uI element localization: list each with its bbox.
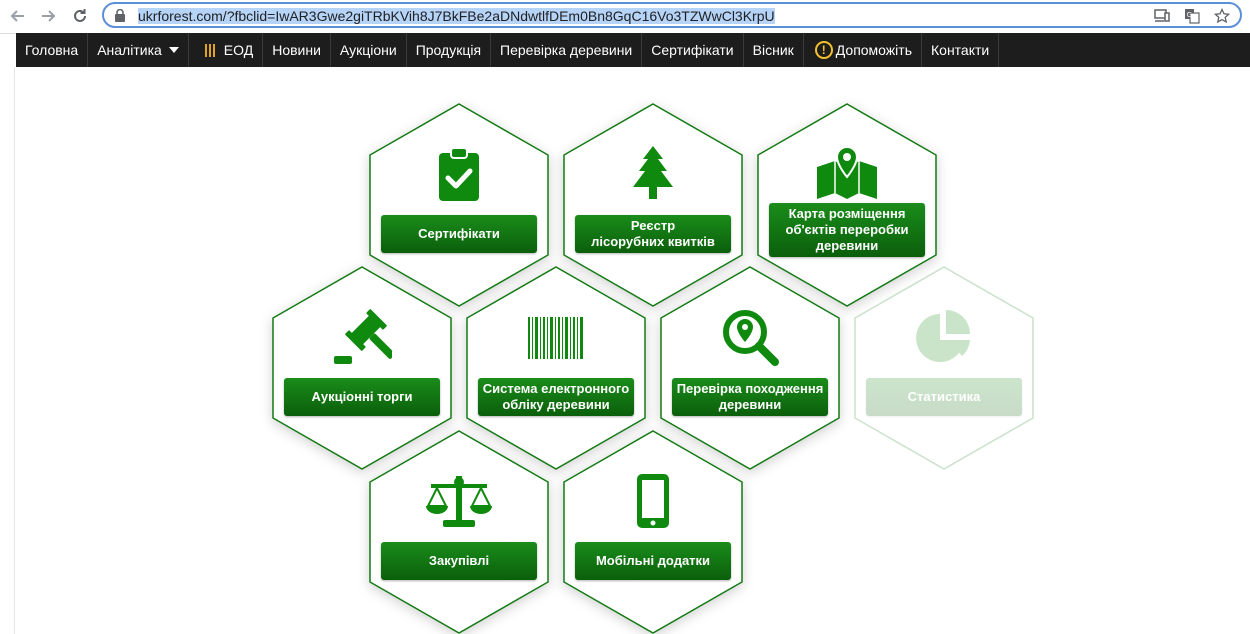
- nav-item-timber-check[interactable]: Перевірка деревини: [491, 33, 643, 67]
- magnifier-pin-icon: [723, 310, 779, 366]
- clipboard-check-icon: [439, 147, 479, 201]
- tile-statistics[interactable]: Статистика: [854, 266, 1034, 470]
- exclamation-circle-icon: !: [814, 41, 833, 59]
- gavel-icon: [334, 309, 392, 364]
- nav-item-analytics[interactable]: Аналітика: [88, 33, 189, 67]
- svg-text:G: G: [1187, 11, 1192, 19]
- url-host: ukrforest.com/: [138, 8, 227, 24]
- nav-label: Продукція: [415, 42, 482, 58]
- main-navigation: Головна Аналітика ЕОД Новини Аукціони Пр…: [16, 33, 1250, 67]
- nav-label: Аналітика: [97, 42, 162, 58]
- translate-icon[interactable]: G: [1182, 7, 1202, 25]
- barcode-icon: [528, 317, 583, 359]
- nav-label: Перевірка деревини: [500, 42, 633, 58]
- forward-arrow-icon: [42, 10, 56, 22]
- nav-item-news[interactable]: Новини: [263, 33, 331, 67]
- smartphone-icon: [637, 474, 669, 528]
- caret-down-icon: [168, 47, 179, 53]
- tile-label: Статистика: [866, 378, 1022, 416]
- fir-tree-icon: [633, 146, 673, 199]
- pie-chart-icon: [916, 310, 970, 362]
- page-left-border: [14, 67, 15, 634]
- nav-label: Контакти: [931, 42, 990, 58]
- forward-button[interactable]: [36, 4, 60, 28]
- bars-icon: [204, 43, 215, 57]
- reload-icon: [74, 9, 86, 22]
- nav-item-bulletin[interactable]: Вісник: [744, 33, 804, 67]
- nav-item-certificates[interactable]: Сертифікати: [642, 33, 744, 67]
- tile-label: Аукціонні торги: [284, 378, 440, 416]
- browser-toolbar: ukrforest.com/?fbclid=IwAR3Gwe2giTRbKVih…: [0, 0, 1250, 34]
- tile-procurement[interactable]: Закупівлі: [369, 430, 549, 634]
- tile-mobile-apps[interactable]: Мобільні додатки: [563, 430, 743, 634]
- nav-item-eod[interactable]: ЕОД: [189, 33, 264, 67]
- url-text[interactable]: ukrforest.com/?fbclid=IwAR3Gwe2giTRbKVih…: [138, 8, 775, 24]
- address-bar[interactable]: ukrforest.com/?fbclid=IwAR3Gwe2giTRbKVih…: [102, 2, 1242, 28]
- tile-label: Мобільні додатки: [575, 542, 731, 580]
- back-arrow-icon: [10, 10, 24, 22]
- tile-label-text: Реєстр лісорубних квитків: [591, 218, 715, 249]
- tile-label-text: Система електронного обліку деревини: [482, 381, 630, 412]
- lock-icon: [115, 9, 125, 22]
- tile-label: Сертифікати: [381, 215, 537, 253]
- nav-label: Вісник: [752, 42, 794, 58]
- tile-label-text: Перевірка походження деревини: [676, 381, 824, 412]
- tile-label: Реєстр лісорубних квитків: [575, 215, 731, 253]
- bookmark-star-icon[interactable]: [1212, 7, 1232, 25]
- nav-label: Головна: [25, 42, 79, 58]
- nav-item-help[interactable]: ! Допоможіть: [804, 33, 922, 67]
- nav-label: Сертифікати: [651, 42, 734, 58]
- nav-label: ЕОД: [223, 42, 254, 58]
- url-query: ?fbclid=IwAR3Gwe2giTRbKVih8J7BkFBe2aDNdw…: [226, 8, 775, 24]
- nav-label: Аукціони: [339, 42, 397, 58]
- map-pin-icon: [817, 145, 877, 199]
- nav-label: Допоможіть: [835, 42, 912, 58]
- tile-label: Перевірка походження деревини: [672, 378, 828, 416]
- nav-item-home[interactable]: Головна: [16, 33, 89, 67]
- scales-icon: [426, 476, 492, 527]
- reload-button[interactable]: [68, 4, 92, 28]
- cast-icon[interactable]: [1152, 7, 1172, 25]
- nav-item-products[interactable]: Продукція: [407, 33, 492, 67]
- tile-label: Карта розміщення об'єктів переробки дере…: [769, 203, 925, 257]
- tile-label: Система електронного обліку деревини: [478, 378, 634, 416]
- nav-label: Новини: [272, 42, 321, 58]
- tile-label: Закупівлі: [381, 542, 537, 580]
- tile-label-text: Карта розміщення об'єктів переробки дере…: [785, 206, 909, 253]
- nav-item-contacts[interactable]: Контакти: [922, 33, 1000, 67]
- back-button[interactable]: [6, 4, 30, 28]
- nav-item-auctions[interactable]: Аукціони: [331, 33, 407, 67]
